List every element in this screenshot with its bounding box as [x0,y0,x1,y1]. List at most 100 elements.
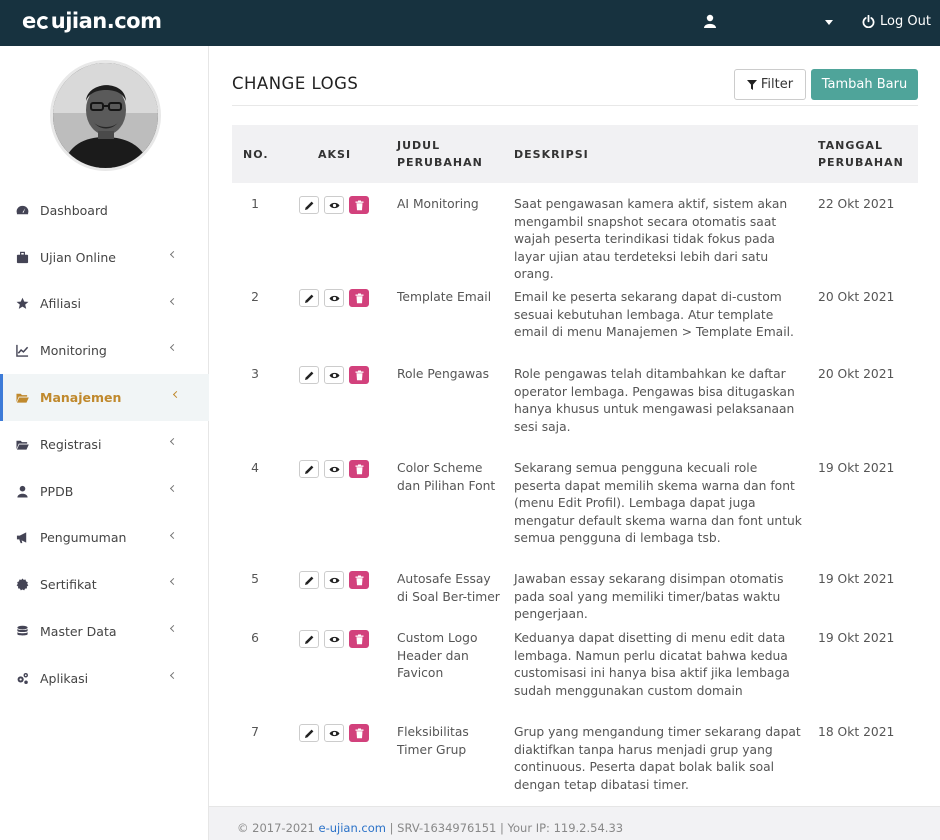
table-row: 2 Template Email Email ke peserta sekara… [232,276,918,353]
sidebar-item-ppdb[interactable]: PPDB [0,468,209,515]
trash-icon [355,575,363,585]
delete-button[interactable] [349,460,369,478]
edit-button[interactable] [299,460,319,478]
table-row: 6 Custom Logo Header dan Favicon Keduany… [232,617,918,711]
pencil-icon [304,576,313,585]
add-new-button[interactable]: Tambah Baru [811,69,918,100]
view-button[interactable] [324,460,344,478]
eye-icon [329,636,339,642]
row-date: 20 Okt 2021 [818,367,895,381]
delete-button[interactable] [349,196,369,214]
sidebar-item-dashboard[interactable]: Dashboard [0,187,209,234]
sidebar-item-sertifikat[interactable]: Sertifikat [0,561,209,608]
filter-icon [746,79,757,90]
delete-button[interactable] [349,630,369,648]
trash-icon [355,200,363,210]
footer-text: © 2017-2021 e-ujian.com | SRV-1634976151… [237,821,623,835]
sidebar-item-master-data[interactable]: Master Data [0,608,209,655]
row-actions [299,460,369,478]
sidebar-item-afiliasi[interactable]: Afiliasi [0,281,209,328]
view-button[interactable] [324,630,344,648]
chevron-left-icon [169,437,178,446]
table-row: 7 Fleksibilitas Timer Grup Grup yang men… [232,711,918,792]
row-description: Saat pengawasan kamera aktif, sistem aka… [514,197,788,282]
sidebar-item-monitoring[interactable]: Monitoring [0,327,209,374]
line-chart-icon [16,345,29,358]
app-logo[interactable]: e ujian.com [22,9,162,33]
delete-button[interactable] [349,366,369,384]
row-actions [299,630,369,648]
row-actions [299,366,369,384]
edit-button[interactable] [299,724,319,742]
chevron-left-icon [169,625,178,633]
edit-button[interactable] [299,366,319,384]
footer-copyright: © 2017-2021 [237,821,315,835]
certificate-icon [16,578,29,591]
view-button[interactable] [324,366,344,384]
sidebar-item-aplikasi[interactable]: Aplikasi [0,655,209,702]
changelog-table: NO. AKSI JUDUL PERUBAHAN DESKRIPSI TANGG… [232,125,918,792]
sidebar-item-registrasi[interactable]: Registrasi [0,421,209,468]
page-footer: © 2017-2021 e-ujian.com | SRV-1634976151… [209,806,940,840]
row-title: Template Email [397,290,492,304]
trash-icon [355,464,363,474]
sidebar-item-ujian-online[interactable]: Ujian Online [0,234,209,281]
pencil-icon [304,465,313,474]
header-aksi: AKSI [318,148,352,161]
row-date: 20 Okt 2021 [818,290,895,304]
eye-icon [329,577,339,583]
eye-icon [329,730,339,736]
header-deskripsi: DESKRIPSI [514,148,589,161]
logout-label: Log Out [880,14,931,29]
view-button[interactable] [324,571,344,589]
pencil-icon [304,371,313,380]
delete-button[interactable] [349,571,369,589]
sidebar-item-label: Pengumuman [40,530,127,546]
avatar-photo [53,63,158,168]
sidebar-item-label: Ujian Online [40,249,116,265]
table-row: 1 AI Monitoring Saat pengawasan kamera a… [232,183,918,281]
database-icon [17,625,28,636]
bullhorn-icon [16,532,27,544]
filter-button[interactable]: Filter [734,69,806,100]
eye-icon [329,372,339,378]
chevron-left-icon [169,297,178,305]
sidebar-item-label: Master Data [40,624,117,640]
view-button[interactable] [324,196,344,214]
view-button[interactable] [324,724,344,742]
delete-button[interactable] [349,289,369,307]
user-dropdown-caret-icon[interactable] [825,20,833,25]
sidebar-item-manajemen[interactable]: Manajemen [0,374,209,421]
profile-avatar[interactable] [50,60,161,171]
delete-button[interactable] [349,724,369,742]
sidebar-item-pengumuman[interactable]: Pengumuman [0,515,209,562]
pencil-icon [304,729,313,738]
edit-button[interactable] [299,289,319,307]
chevron-left-icon [169,531,178,539]
table-header: NO. AKSI JUDUL PERUBAHAN DESKRIPSI TANGG… [232,125,918,183]
header-no: NO. [243,148,269,161]
briefcase-icon [16,251,29,263]
star-icon [16,298,29,310]
row-title: Fleksibilitas Timer Grup [397,725,469,757]
logout-button[interactable]: Log Out [862,14,931,29]
chevron-left-icon [169,250,178,258]
sidebar-item-label: PPDB [40,483,74,499]
edit-button[interactable] [299,630,319,648]
row-number: 1 [251,197,259,211]
trash-icon [355,370,363,380]
user-icon[interactable] [704,14,716,28]
view-button[interactable] [324,289,344,307]
user-icon [17,485,28,498]
edit-button[interactable] [299,571,319,589]
edit-button[interactable] [299,196,319,214]
row-number: 3 [251,367,259,381]
sidebar-item-label: Manajemen [40,390,122,406]
footer-site-link[interactable]: e-ujian.com [319,821,386,835]
row-number: 2 [251,290,259,304]
row-description: Email ke peserta sekarang dapat di-custo… [514,290,794,340]
row-number: 6 [251,631,259,645]
chevron-left-icon [169,344,178,352]
row-title: Autosafe Essay di Soal Ber-timer [397,572,500,604]
top-navbar: e ujian.com Log Out [0,0,940,46]
